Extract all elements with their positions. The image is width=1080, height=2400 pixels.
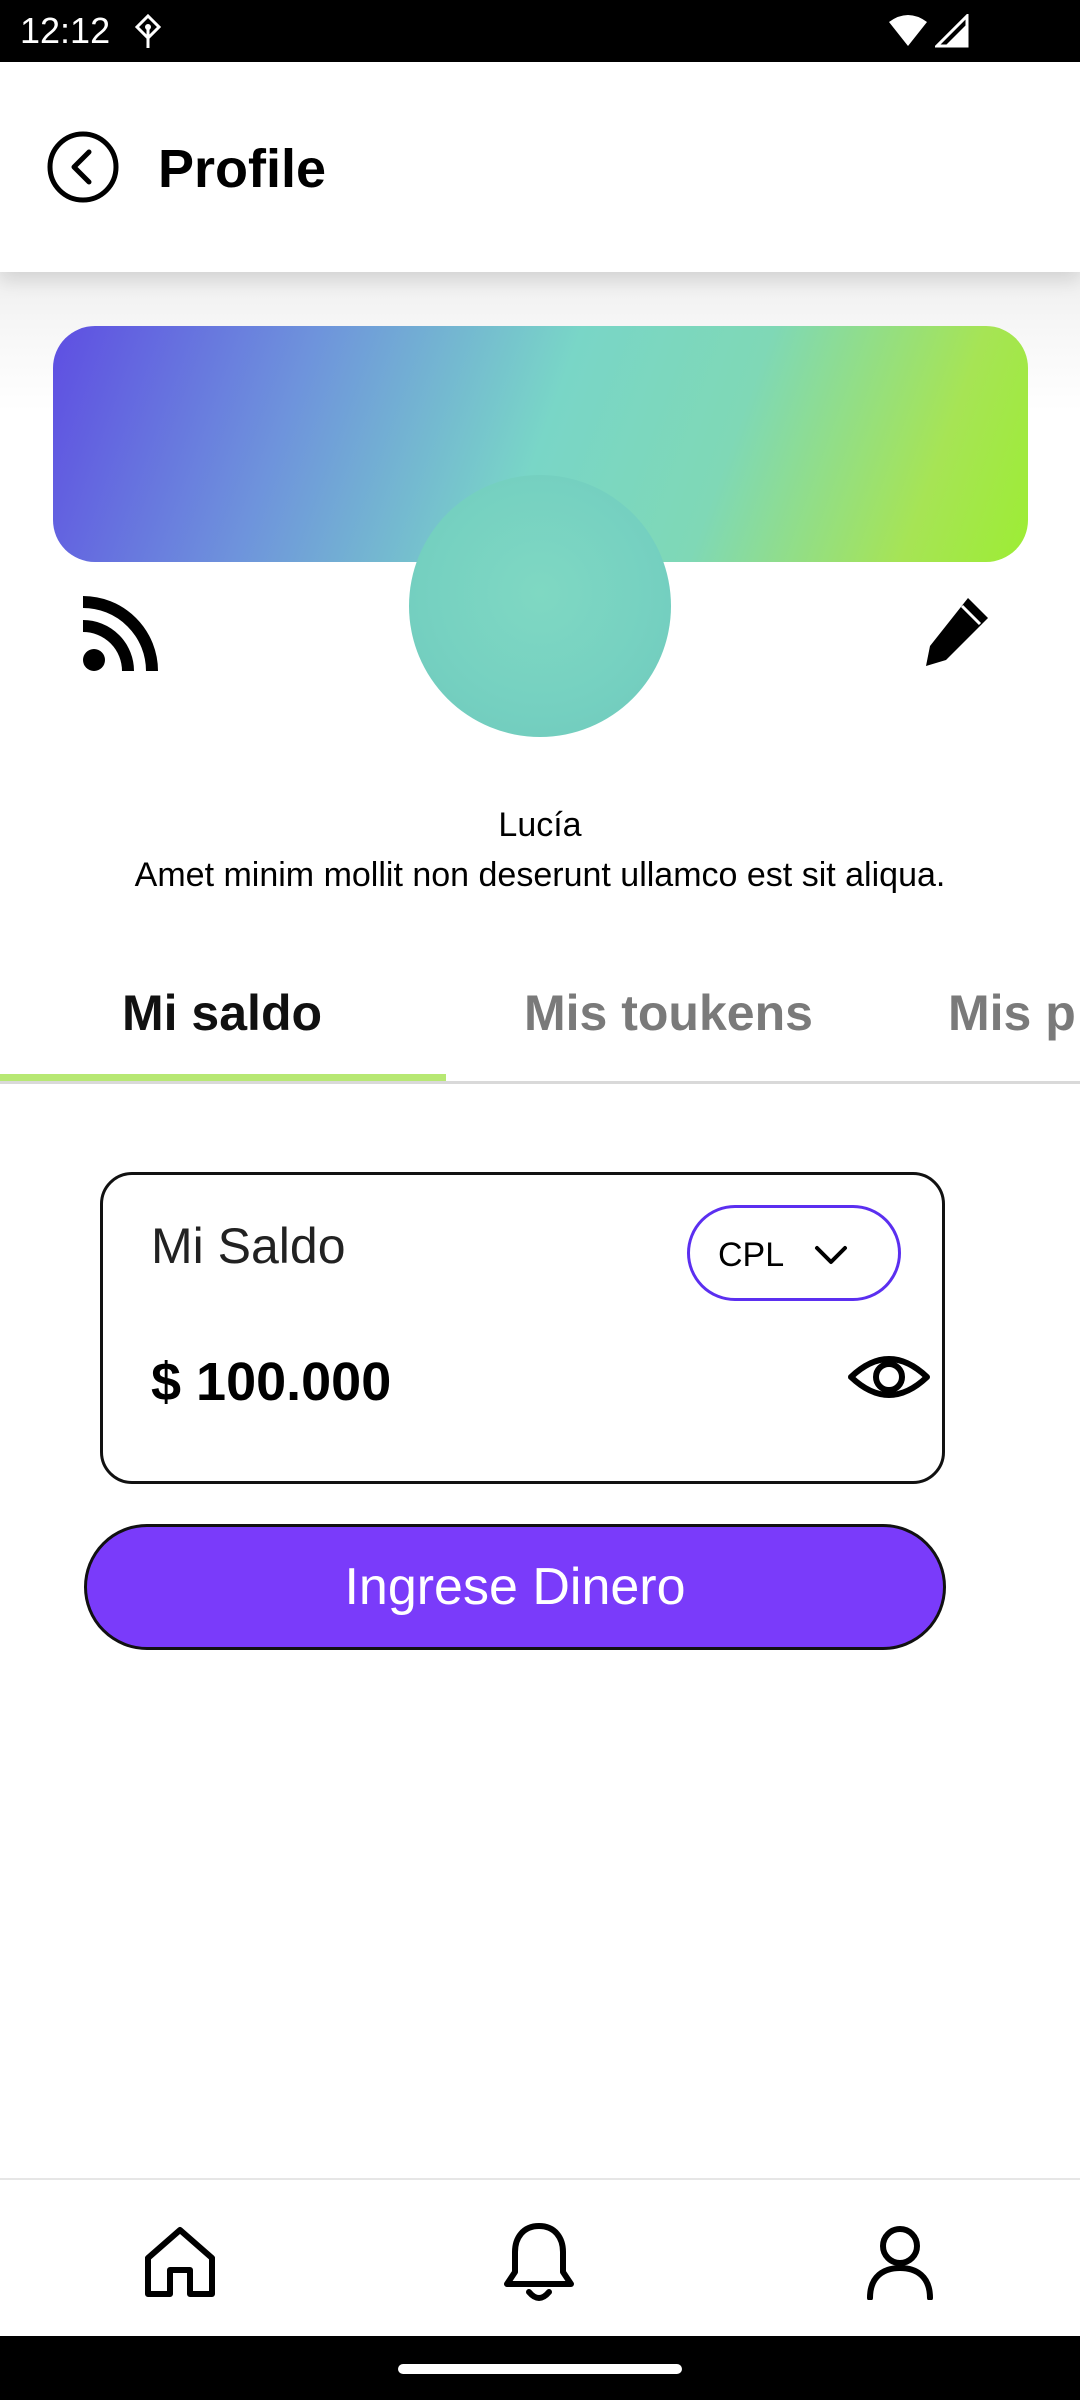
balance-amount: $ 100.000 xyxy=(151,1352,392,1412)
tab-bar: Mi saldo Mis toukens Mis p xyxy=(0,932,1080,1084)
usb-debug-icon xyxy=(134,14,162,48)
active-tab-indicator xyxy=(0,1074,446,1081)
currency-select[interactable]: CPL xyxy=(687,1205,901,1301)
home-gesture-indicator[interactable] xyxy=(398,2364,682,2374)
status-time: 12:12 xyxy=(20,10,111,51)
tab-mis-toukens[interactable]: Mis toukens xyxy=(524,984,813,1042)
app-header: Profile xyxy=(0,62,1080,272)
status-bar: 12:12 xyxy=(0,0,1080,62)
currency-value: CPL xyxy=(718,1236,785,1274)
pencil-edit-icon[interactable] xyxy=(920,594,992,670)
user-icon[interactable] xyxy=(864,2224,936,2300)
chevron-down-icon xyxy=(815,1246,847,1264)
back-icon[interactable] xyxy=(46,130,120,204)
bottom-navigation xyxy=(0,2178,1080,2336)
deposit-money-button[interactable]: Ingrese Dinero xyxy=(84,1524,946,1650)
eye-icon[interactable] xyxy=(847,1347,931,1407)
wifi-icon xyxy=(889,15,927,46)
profile-section: Lucía Amet minim mollit non deserunt ull… xyxy=(0,272,1080,932)
system-navigation-bar xyxy=(0,2336,1080,2400)
balance-title: Mi Saldo xyxy=(151,1218,346,1274)
rss-feed-icon[interactable] xyxy=(82,596,158,672)
bell-icon[interactable] xyxy=(501,2220,577,2304)
tab-mi-saldo[interactable]: Mi saldo xyxy=(122,984,322,1042)
balance-card: Mi Saldo CPL $ 100.000 xyxy=(100,1172,945,1484)
tab-mis-p[interactable]: Mis p xyxy=(948,984,1076,1042)
avatar[interactable] xyxy=(409,475,671,737)
home-icon[interactable] xyxy=(142,2224,218,2300)
page-title: Profile xyxy=(158,139,327,199)
profile-name: Lucía xyxy=(498,806,582,844)
signal-icon xyxy=(935,14,969,48)
profile-bio: Amet minim mollit non deserunt ullamco e… xyxy=(134,856,946,894)
